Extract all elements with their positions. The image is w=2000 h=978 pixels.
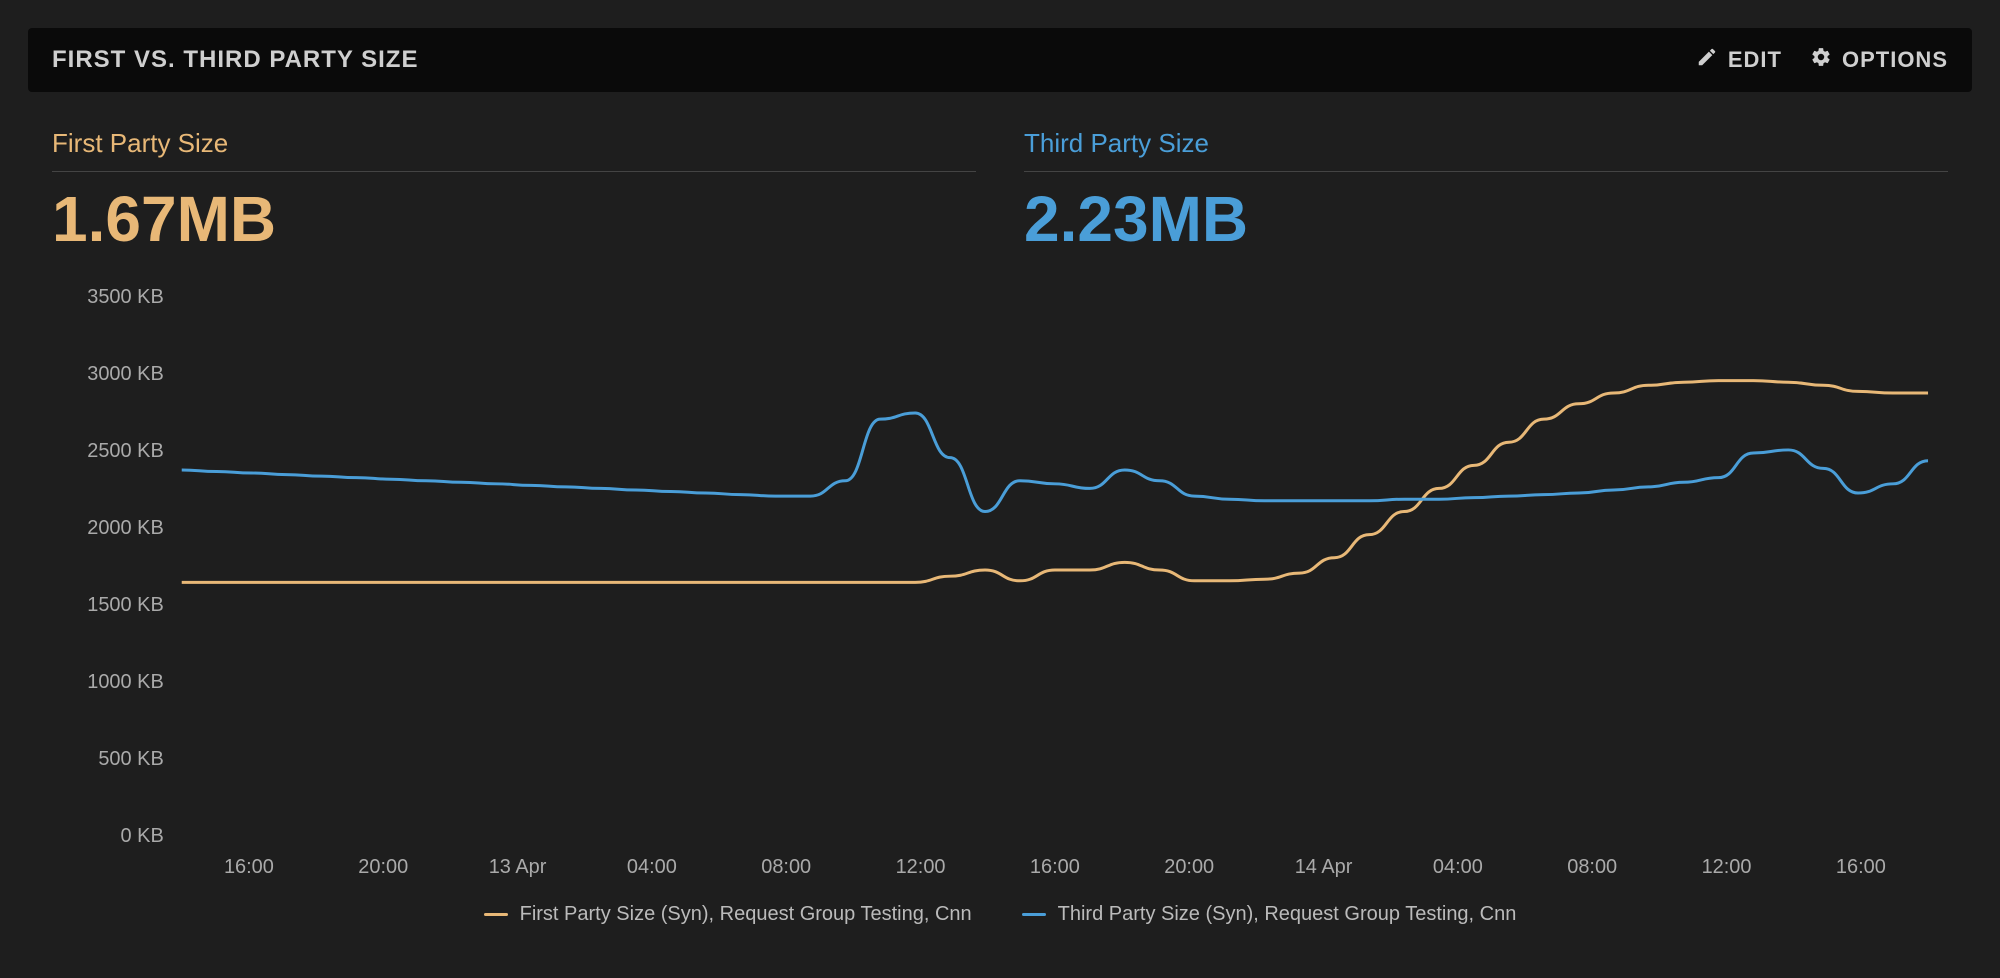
y-tick-label: 1000 KB (87, 671, 164, 693)
edit-button[interactable]: EDIT (1696, 46, 1782, 74)
options-button[interactable]: OPTIONS (1810, 46, 1948, 74)
metric-third-party-value: 2.23MB (1024, 182, 1948, 256)
y-tick-label: 2000 KB (87, 517, 164, 539)
x-tick-label: 20:00 (1164, 856, 1214, 878)
metric-first-party: First Party Size 1.67MB (52, 128, 976, 256)
panel-actions: EDIT OPTIONS (1696, 46, 1948, 74)
x-tick-label: 13 Apr (489, 856, 547, 878)
metric-third-party: Third Party Size 2.23MB (1024, 128, 1948, 256)
metric-third-party-label: Third Party Size (1024, 128, 1948, 172)
y-tick-label: 2500 KB (87, 440, 164, 462)
x-tick-label: 12:00 (1702, 856, 1752, 878)
series-line-third-party[interactable] (182, 413, 1928, 512)
x-tick-label: 20:00 (358, 856, 408, 878)
x-tick-label: 04:00 (627, 856, 677, 878)
pencil-icon (1696, 46, 1718, 74)
legend-label-first: First Party Size (Syn), Request Group Te… (520, 903, 972, 926)
gear-icon (1810, 46, 1832, 74)
x-tick-label: 16:00 (1030, 856, 1080, 878)
y-tick-label: 0 KB (121, 825, 164, 847)
options-label: OPTIONS (1842, 47, 1948, 73)
x-tick-label: 16:00 (224, 856, 274, 878)
legend-label-third: Third Party Size (Syn), Request Group Te… (1058, 903, 1517, 926)
x-tick-label: 04:00 (1433, 856, 1483, 878)
legend-swatch-first (484, 913, 508, 916)
metrics-row: First Party Size 1.67MB Third Party Size… (28, 92, 1972, 266)
y-tick-label: 3500 KB (87, 286, 164, 308)
x-tick-label: 14 Apr (1295, 856, 1353, 878)
x-tick-label: 12:00 (896, 856, 946, 878)
panel-title: FIRST VS. THIRD PARTY SIZE (52, 46, 418, 74)
chart-area: 0 KB 500 KB 1000 KB 1500 KB 2000 KB 2500 KB 30… (28, 266, 1972, 932)
x-tick-label: 08:00 (1567, 856, 1617, 878)
metric-first-party-label: First Party Size (52, 128, 976, 172)
y-tick-label: 1500 KB (87, 594, 164, 616)
line-chart[interactable]: 0 KB 500 KB 1000 KB 1500 KB 2000 KB 2500 KB 30… (52, 286, 1948, 885)
x-tick-label: 08:00 (761, 856, 811, 878)
legend-item-third[interactable]: Third Party Size (Syn), Request Group Te… (1022, 903, 1517, 926)
legend-item-first[interactable]: First Party Size (Syn), Request Group Te… (484, 903, 972, 926)
y-tick-label: 500 KB (98, 748, 163, 770)
edit-label: EDIT (1728, 47, 1782, 73)
panel-header: FIRST VS. THIRD PARTY SIZE EDIT OPTIONS (28, 28, 1972, 92)
metric-first-party-value: 1.67MB (52, 182, 976, 256)
legend-swatch-third (1022, 913, 1046, 916)
x-tick-label: 16:00 (1836, 856, 1886, 878)
chart-legend: First Party Size (Syn), Request Group Te… (52, 885, 1948, 932)
y-tick-label: 3000 KB (87, 363, 164, 385)
